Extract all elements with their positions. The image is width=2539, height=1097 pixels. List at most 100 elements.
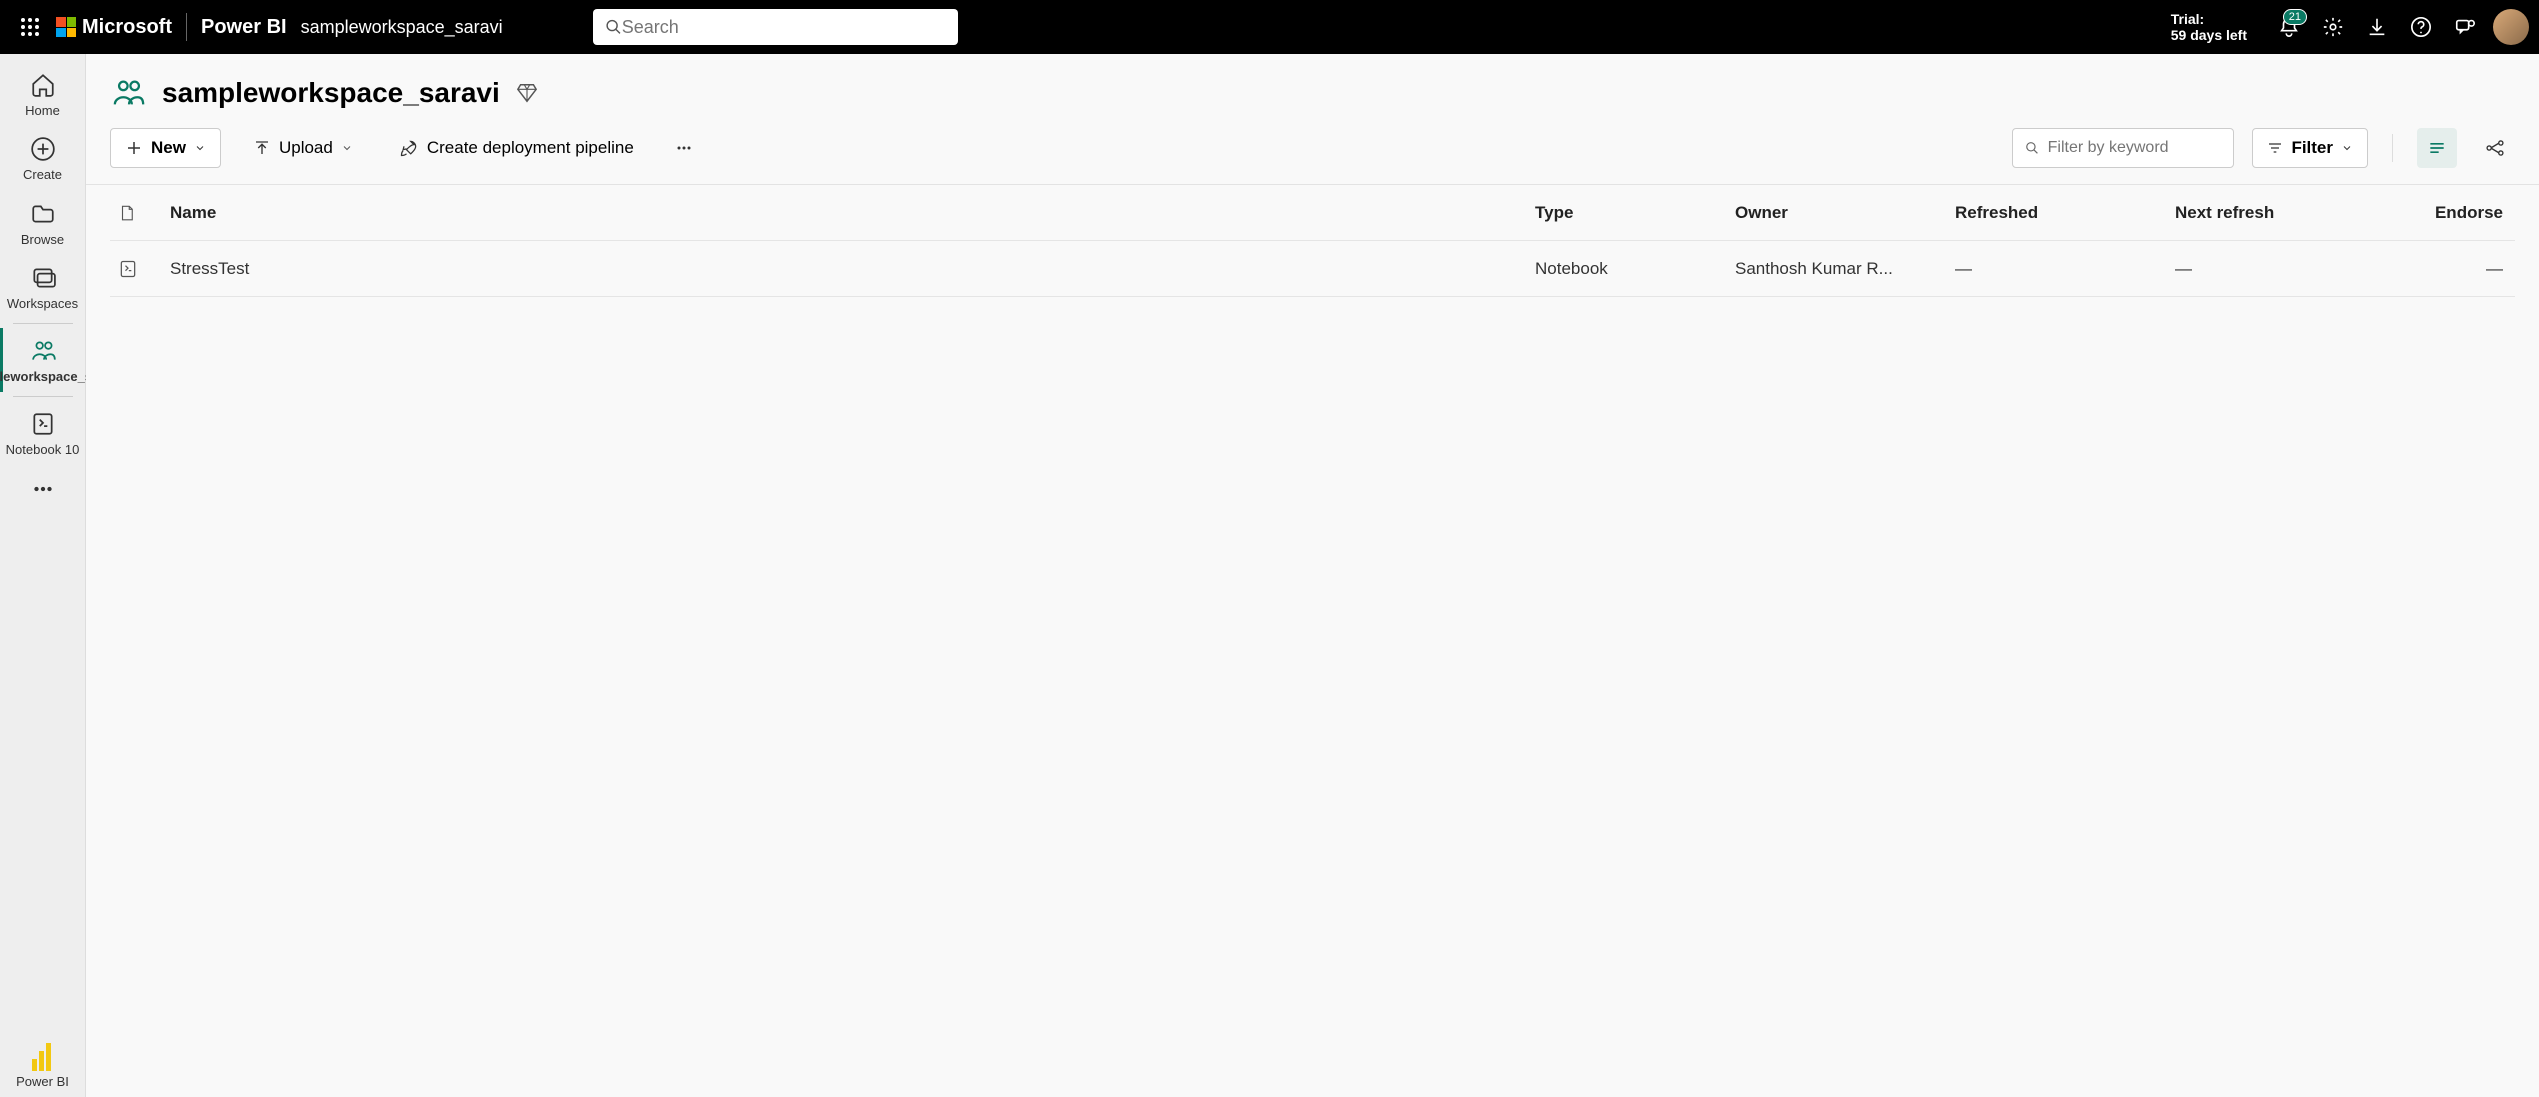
workspace-crumb[interactable]: sampleworkspace_saravi — [301, 17, 503, 38]
search-input[interactable] — [622, 17, 946, 38]
header-owner[interactable]: Owner — [1735, 203, 1955, 223]
header-endorse[interactable]: Endorse — [2395, 203, 2515, 223]
nav-workspaces-label: Workspaces — [3, 297, 82, 311]
lineage-view-icon — [2485, 138, 2505, 158]
app-launcher-button[interactable] — [10, 7, 50, 47]
microsoft-logo: Microsoft — [56, 16, 172, 39]
row-icon — [110, 259, 170, 279]
question-icon — [2410, 16, 2432, 38]
row-type: Notebook — [1535, 259, 1735, 279]
create-pipeline-button[interactable]: Create deployment pipeline — [385, 128, 648, 168]
nav-create-label: Create — [19, 168, 66, 182]
header-type[interactable]: Type — [1535, 203, 1735, 223]
ellipsis-icon — [674, 138, 694, 158]
microsoft-squares-icon — [56, 17, 76, 37]
nav-divider — [13, 323, 73, 324]
workspace-people-icon — [29, 336, 59, 366]
row-name: StressTest — [170, 259, 1535, 279]
new-button-label: New — [151, 138, 186, 158]
feedback-button[interactable] — [2443, 5, 2487, 49]
feedback-icon — [2454, 16, 2476, 38]
upload-icon — [253, 139, 271, 157]
filter-button-label: Filter — [2291, 138, 2333, 158]
upload-button[interactable]: Upload — [239, 128, 367, 168]
nav-powerbi-label: Power BI — [12, 1075, 73, 1089]
notification-badge: 21 — [2283, 9, 2307, 25]
workspace-people-icon — [112, 76, 146, 110]
plus-icon — [125, 139, 143, 157]
content-table: Name Type Owner Refreshed Next refresh E… — [110, 185, 2515, 297]
help-button[interactable] — [2399, 5, 2443, 49]
nav-browse[interactable]: Browse — [0, 191, 85, 255]
filter-icon — [2267, 140, 2283, 156]
header-icon-col — [110, 204, 170, 222]
nav-notebook[interactable]: Notebook 10 — [0, 401, 85, 465]
table-row[interactable]: StressTest Notebook Santhosh Kumar R... … — [110, 241, 2515, 297]
nav-divider — [13, 396, 73, 397]
folder-icon — [28, 199, 58, 229]
plus-circle-icon — [28, 134, 58, 164]
header-next-refresh[interactable]: Next refresh — [2175, 203, 2395, 223]
toolbar-divider — [2392, 134, 2393, 162]
header-refreshed[interactable]: Refreshed — [1955, 203, 2175, 223]
row-next-refresh: — — [2175, 259, 2395, 279]
notebook-icon — [28, 409, 58, 439]
left-nav: Home Create Browse Workspaces samplework… — [0, 54, 86, 1097]
rocket-icon — [399, 138, 419, 158]
powerbi-icon — [32, 1043, 54, 1071]
new-button[interactable]: New — [110, 128, 221, 168]
ellipsis-icon — [28, 474, 58, 504]
list-view-button[interactable] — [2417, 128, 2457, 168]
filter-keyword-box[interactable] — [2012, 128, 2234, 168]
trial-line2: 59 days left — [2171, 27, 2247, 43]
nav-notebook-label: Notebook 10 — [2, 443, 84, 457]
page-title: sampleworkspace_saravi — [162, 77, 500, 109]
main-content: sampleworkspace_saravi New Upload Create… — [86, 54, 2539, 1097]
file-icon — [118, 204, 136, 222]
lineage-view-button[interactable] — [2475, 128, 2515, 168]
create-pipeline-label: Create deployment pipeline — [427, 138, 634, 158]
trial-line1: Trial: — [2171, 11, 2247, 27]
search-icon — [2025, 140, 2039, 156]
table-header-row: Name Type Owner Refreshed Next refresh E… — [110, 185, 2515, 241]
global-search[interactable] — [593, 9, 958, 45]
workspaces-icon — [28, 263, 58, 293]
nav-workspaces[interactable]: Workspaces — [0, 255, 85, 319]
filter-keyword-input[interactable] — [2048, 139, 2222, 157]
row-owner: Santhosh Kumar R... — [1735, 259, 1955, 279]
nav-more[interactable] — [0, 466, 85, 512]
download-icon — [2366, 16, 2388, 38]
chevron-down-icon — [2341, 142, 2353, 154]
more-actions-button[interactable] — [666, 128, 702, 168]
trial-status[interactable]: Trial: 59 days left — [2171, 11, 2247, 43]
upload-button-label: Upload — [279, 138, 333, 158]
row-endorse: — — [2395, 259, 2515, 279]
gear-icon — [2322, 16, 2344, 38]
top-bar: Microsoft Power BI sampleworkspace_sarav… — [0, 0, 2539, 54]
nav-powerbi-app[interactable]: Power BI — [0, 1035, 85, 1097]
diamond-icon[interactable] — [516, 82, 538, 104]
app-name[interactable]: Power BI — [201, 16, 287, 39]
header-name[interactable]: Name — [170, 203, 1535, 223]
settings-button[interactable] — [2311, 5, 2355, 49]
workspace-header: sampleworkspace_saravi — [86, 54, 2539, 116]
workspace-toolbar: New Upload Create deployment pipeline Fi… — [86, 116, 2539, 185]
nav-current-workspace[interactable]: sampleworkspace_saravi — [0, 328, 85, 392]
waffle-icon — [21, 18, 39, 36]
divider — [186, 13, 187, 41]
brand-text: Microsoft — [82, 16, 172, 39]
row-refreshed: — — [1955, 259, 2175, 279]
nav-browse-label: Browse — [17, 233, 68, 247]
nav-home-label: Home — [21, 104, 64, 118]
chevron-down-icon — [194, 142, 206, 154]
download-button[interactable] — [2355, 5, 2399, 49]
nav-home[interactable]: Home — [0, 62, 85, 126]
notifications-button[interactable]: 21 — [2267, 5, 2311, 49]
user-avatar[interactable] — [2493, 9, 2529, 45]
filter-button[interactable]: Filter — [2252, 128, 2368, 168]
nav-create[interactable]: Create — [0, 126, 85, 190]
chevron-down-icon — [341, 142, 353, 154]
notebook-icon — [118, 259, 138, 279]
home-icon — [28, 70, 58, 100]
list-view-icon — [2427, 138, 2447, 158]
